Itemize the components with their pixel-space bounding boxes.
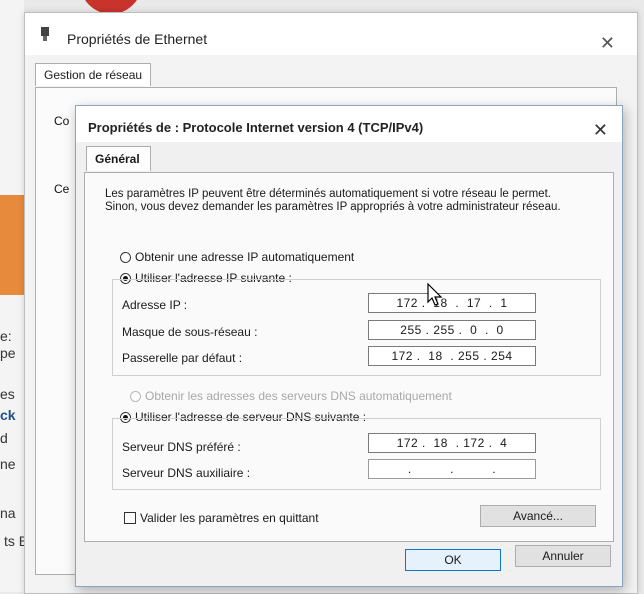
radio-dns-auto-label: Obtenir les adresses des serveurs DNS au… [145,389,452,403]
mouse-pointer-icon [427,283,443,306]
ip-address-field[interactable]: 172 . 18 . 17 . 1 [368,293,536,313]
validate-settings-checkbox[interactable]: Valider les paramètres en quittant [124,511,319,525]
ip-settings-description: Les paramètres IP peuvent être déterminé… [105,188,561,213]
ip-address-label: Adresse IP : [122,298,188,312]
close-icon[interactable]: ✕ [600,33,615,54]
ipv4-dialog-titlebar: Propriétés de : Protocole Internet versi… [76,106,622,142]
alternate-dns-field[interactable]: . . . [368,459,536,479]
radio-ip-auto[interactable]: Obtenir une adresse IP automatiquement [120,250,354,264]
ethernet-titlebar: Propriétés de Ethernet ✕ [25,13,637,55]
ipv4-dialog-title: Propriétés de : Protocole Internet versi… [88,120,424,135]
advanced-button[interactable]: Avancé... [480,505,596,527]
ethernet-window-title: Propriétés de Ethernet [67,31,208,47]
background-text-fragment: e: [0,328,12,344]
background-text-fragment: ne [0,456,16,472]
cancel-button[interactable]: Annuler [515,545,611,567]
gateway-field[interactable]: 172 . 18 . 255 . 254 [368,346,536,366]
ok-button[interactable]: OK [405,549,501,571]
background-text-fragment: pe [0,345,16,361]
radio-ip-auto-label: Obtenir une adresse IP automatiquement [135,250,355,264]
alternate-dns-label: Serveur DNS auxiliaire : [122,466,251,480]
radio-button-icon [130,390,141,402]
radio-dns-auto[interactable]: Obtenir les adresses des serveurs DNS au… [130,389,452,403]
close-icon[interactable]: ✕ [593,120,608,141]
validate-settings-label: Valider les paramètres en quittant [140,511,319,525]
background-text-fragment: na [0,505,16,521]
preferred-dns-field[interactable]: 172 . 18 . 172 . 4 [368,433,536,453]
gateway-label: Passerelle par défaut : [122,351,243,365]
tab-general[interactable]: Général [86,146,151,171]
background-app-strip [0,0,24,592]
subnet-mask-field[interactable]: 255 . 255 . 0 . 0 [368,320,536,340]
radio-button-icon [120,251,131,263]
truncated-label: Co [54,114,70,128]
checkbox-unchecked-icon [124,512,136,524]
background-text-fragment: ck [0,407,16,423]
truncated-label: Ce [54,182,70,196]
preferred-dns-label: Serveur DNS préféré : [122,440,241,454]
background-app-accent [0,195,24,295]
background-text-fragment: d [0,430,8,446]
subnet-mask-label: Masque de sous-réseau : [122,325,258,339]
tab-gestion-reseau[interactable]: Gestion de réseau [35,63,152,86]
background-text-fragment: es [0,386,15,402]
network-adapter-icon [41,27,49,41]
